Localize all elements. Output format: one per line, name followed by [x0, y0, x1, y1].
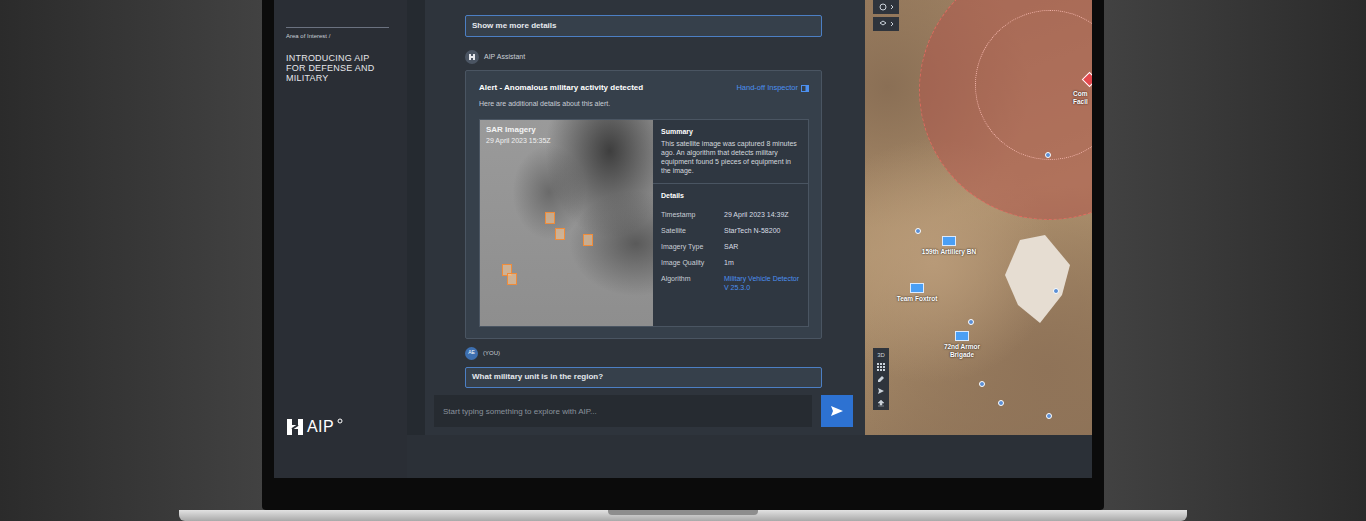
detection-box[interactable]: [545, 212, 555, 224]
unit-icon: [942, 236, 956, 246]
laptop-base: [179, 510, 1187, 521]
grid-icon[interactable]: [877, 363, 885, 371]
unit-marker[interactable]: 159th Artillery BN: [920, 236, 978, 256]
facility-label-line: Com: [1073, 90, 1088, 98]
layers-button[interactable]: [873, 17, 899, 31]
sar-image[interactable]: SAR Imagery 29 April 2023 15:35Z: [480, 120, 653, 326]
detection-box[interactable]: [583, 234, 593, 246]
user-header: AE (YOU): [465, 347, 822, 360]
app-screen: Area of Interest / INTRODUCING AIP FOR D…: [274, 0, 1092, 478]
sidebar: Area of Interest / INTRODUCING AIP FOR D…: [274, 0, 407, 478]
detail-label: Imagery Type: [661, 242, 724, 251]
map-pin-icon[interactable]: [968, 319, 974, 325]
map-pin-icon[interactable]: [998, 400, 1004, 406]
map-pin-icon[interactable]: [1053, 288, 1059, 294]
detection-box[interactable]: [555, 228, 565, 240]
unit-label: 159th Artillery BN: [922, 248, 976, 256]
detail-label: Timestamp: [661, 210, 724, 219]
layers-icon: [879, 20, 887, 28]
upload-icon[interactable]: [877, 399, 885, 407]
facility-label: ComFacil: [1073, 90, 1088, 106]
logo-mark-icon: [337, 418, 343, 428]
hand-off-link[interactable]: Hand-off Inspector: [736, 82, 809, 93]
detail-value: SAR: [724, 242, 800, 251]
alert-subtitle: Here are additional details about this a…: [479, 99, 809, 110]
laptop-screen: Area of Interest / INTRODUCING AIP FOR D…: [262, 0, 1104, 510]
arrow-icon[interactable]: [877, 387, 885, 395]
unit-label: 72nd Armor Brigade: [933, 343, 991, 359]
detection-box[interactable]: [507, 273, 517, 285]
unit-icon: [955, 331, 969, 341]
threat-zone: [919, 0, 1092, 220]
map-pin-icon[interactable]: [915, 228, 921, 234]
map-toolbar-top: [873, 0, 899, 31]
detail-value: 29 April 2023 14:39Z: [724, 210, 800, 219]
map-pin-icon[interactable]: [979, 381, 985, 387]
image-title: SAR Imagery: [486, 124, 551, 136]
breadcrumb: Area of Interest /: [286, 32, 395, 41]
assistant-avatar-icon: [465, 50, 479, 64]
globe-icon: [879, 3, 887, 11]
globe-button[interactable]: [873, 0, 899, 14]
details-section: Details Timestamp29 April 2023 14:39ZSat…: [653, 184, 808, 292]
bottom-strip: [407, 435, 1092, 478]
chevron-icon: [890, 4, 894, 10]
detail-value: 1m: [724, 258, 800, 267]
map-pin-icon[interactable]: [1045, 152, 1051, 158]
unit-marker[interactable]: Team Foxtrot: [888, 283, 946, 303]
send-button[interactable]: [821, 395, 853, 427]
detail-row: AlgorithmMilitary Vehicle Detector V 25.…: [661, 274, 800, 292]
map[interactable]: ComFacil 3D: [865, 0, 1092, 435]
logo-text: AIP: [307, 418, 334, 436]
detail-value: StarTech N-58200: [724, 226, 800, 235]
unit-icon: [910, 283, 924, 293]
chevron-icon: [890, 21, 894, 27]
user-message: What military unit is in the region?: [465, 367, 822, 388]
detail-label: Satellite: [661, 226, 724, 235]
unit-marker[interactable]: 72nd Armor Brigade: [933, 331, 991, 359]
user-avatar: AE: [465, 347, 478, 360]
eraser-icon[interactable]: [877, 375, 885, 383]
alert-title: Alert - Anomalous military activity dete…: [479, 82, 643, 94]
logo-icon: [286, 418, 304, 436]
dry-lake: [1000, 235, 1075, 325]
assistant-header: AIP Assistant: [465, 50, 822, 64]
unit-label: Team Foxtrot: [897, 295, 938, 303]
logo[interactable]: AIP: [286, 418, 395, 436]
detail-row: Imagery TypeSAR: [661, 242, 800, 251]
image-date: 29 April 2023 15:35Z: [486, 136, 551, 147]
divider: [286, 27, 389, 28]
prompt-message: Show me more details: [465, 15, 822, 37]
detail-link[interactable]: Military Vehicle Detector V 25.3.0: [724, 274, 800, 292]
detail-label: Image Quality: [661, 258, 724, 267]
panel-icon: [801, 85, 809, 92]
map-pin-icon[interactable]: [1046, 413, 1052, 419]
alert-card: Alert - Anomalous military activity dete…: [465, 70, 822, 339]
facility-label-line: Facil: [1073, 98, 1088, 106]
map-toolbar: 3D: [873, 348, 889, 410]
alert-detail-card: SAR Imagery 29 April 2023 15:35Z Summary: [479, 119, 809, 327]
summary-section: Summary This satellite image was capture…: [653, 120, 808, 185]
detail-label: Algorithm: [661, 274, 724, 283]
page-title: INTRODUCING AIP FOR DEFENSE AND MILITARY: [286, 53, 386, 83]
detail-row: Image Quality1m: [661, 258, 800, 267]
chat-panel: Show me more details AIP Assistant: [407, 0, 865, 435]
send-icon: [830, 405, 844, 417]
detail-row: Timestamp29 April 2023 14:39Z: [661, 210, 800, 219]
detail-row: SatelliteStarTech N-58200: [661, 226, 800, 235]
toolbar-button[interactable]: 3D: [877, 351, 885, 359]
chat-input[interactable]: [434, 395, 812, 427]
